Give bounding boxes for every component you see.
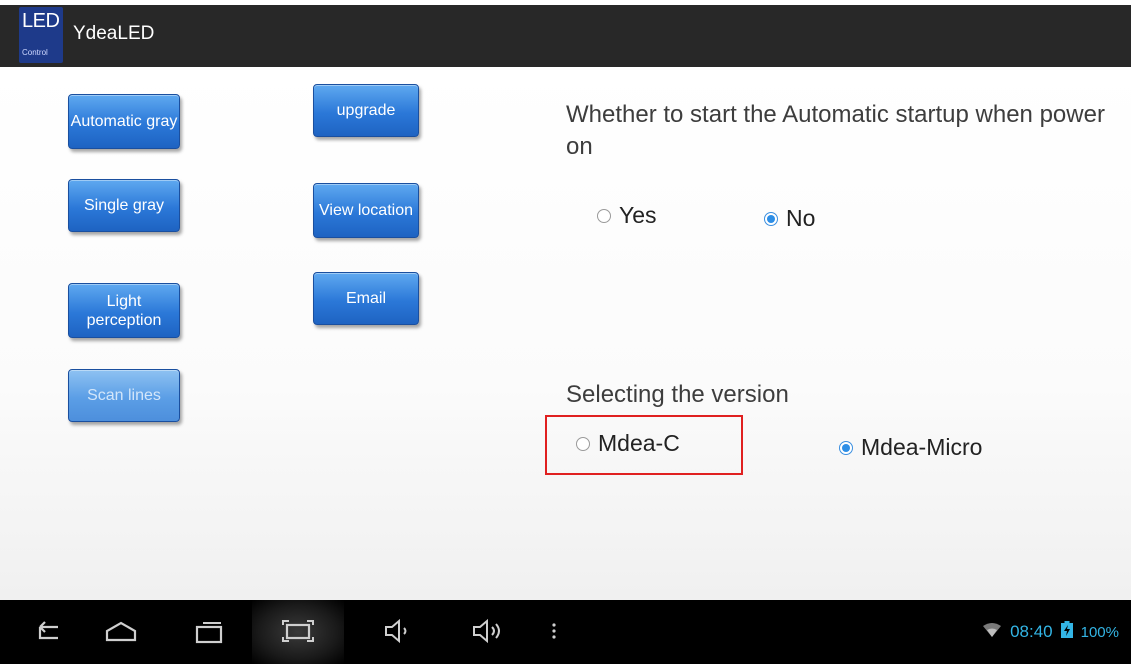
radio-mdea-c-label: Mdea-C xyxy=(598,430,680,456)
radio-no[interactable]: No xyxy=(764,205,815,232)
menu-icon[interactable] xyxy=(544,616,564,646)
radio-mdea-c-indicator xyxy=(576,436,590,451)
startup-question: Whether to start the Automatic startup w… xyxy=(566,101,1105,160)
action-bar: LED Control YdeaLED xyxy=(0,5,1131,67)
radio-no-indicator xyxy=(764,211,778,226)
radio-mdea-micro-label: Mdea-Micro xyxy=(861,434,983,460)
app-logo: LED Control xyxy=(19,7,63,63)
version-question: Selecting the version xyxy=(566,381,789,408)
screenshot-icon[interactable] xyxy=(280,616,316,646)
volume-up-icon[interactable] xyxy=(470,616,506,646)
scan-lines-button[interactable]: Scan lines xyxy=(68,369,180,422)
battery-level: 100% xyxy=(1080,623,1119,641)
home-icon[interactable] xyxy=(103,616,139,646)
battery-icon xyxy=(1060,621,1073,643)
radio-mdea-c[interactable]: Mdea-C xyxy=(576,430,680,457)
automatic-gray-button[interactable]: Automatic gray xyxy=(68,94,180,149)
single-gray-button[interactable]: Single gray xyxy=(68,179,180,232)
volume-down-icon[interactable] xyxy=(381,616,417,646)
app-logo-subtext: Control xyxy=(22,48,48,57)
back-icon[interactable] xyxy=(30,616,66,646)
email-button[interactable]: Email xyxy=(313,272,419,325)
radio-no-label: No xyxy=(786,205,816,231)
recent-apps-icon[interactable] xyxy=(191,616,227,646)
radio-yes-indicator xyxy=(597,208,611,223)
light-perception-button[interactable]: Light perception xyxy=(68,283,180,338)
radio-mdea-micro[interactable]: Mdea-Micro xyxy=(839,434,982,461)
radio-yes-label: Yes xyxy=(619,202,657,228)
status-area: 08:40 100% xyxy=(982,621,1119,643)
radio-mdea-micro-indicator xyxy=(839,440,853,455)
radio-yes[interactable]: Yes xyxy=(597,202,657,229)
upgrade-button[interactable]: upgrade xyxy=(313,84,419,137)
app-title: YdeaLED xyxy=(73,23,155,44)
system-navigation-bar: 08:40 100% xyxy=(0,600,1131,664)
view-location-button[interactable]: View location xyxy=(313,183,419,238)
app-logo-text: LED xyxy=(22,10,60,32)
clock: 08:40 xyxy=(1010,622,1053,641)
wifi-icon xyxy=(982,622,1002,643)
